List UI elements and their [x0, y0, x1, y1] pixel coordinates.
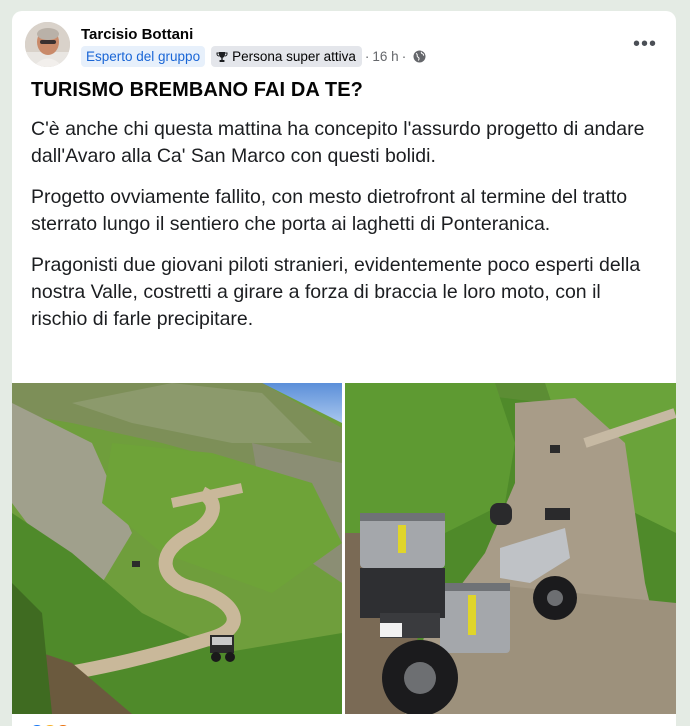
post-paragraph-1: C'è anche chi questa mattina ha concepit…: [31, 118, 645, 167]
trophy-icon: [216, 51, 228, 62]
post-paragraph-3: Pragonisti due giovani piloti stranieri,…: [31, 254, 641, 330]
post-header: Tarcisio Bottani Esperto del gruppo Pers…: [25, 22, 663, 72]
post-headline: TURISMO BREMBANO FAI DA TE?: [31, 79, 363, 101]
post-body: TURISMO BREMBANO FAI DA TE? C'è anche ch…: [31, 79, 656, 347]
photo-grid: [12, 383, 676, 714]
post-time[interactable]: 16 h: [372, 49, 398, 64]
expert-badge[interactable]: Esperto del gruppo: [81, 46, 206, 67]
meta-separator: ·: [364, 49, 370, 64]
post-card: Tarcisio Bottani Esperto del gruppo Pers…: [12, 11, 676, 726]
post-meta: Esperto del gruppo Persona super attiva …: [81, 45, 426, 68]
author-name[interactable]: Tarcisio Bottani: [81, 26, 193, 43]
avatar[interactable]: [25, 22, 70, 67]
photo-mountain-trail[interactable]: [12, 383, 342, 714]
post-paragraph-2: Progetto ovviamente fallito, con mesto d…: [31, 186, 628, 235]
active-badge-label: Persona super attiva: [232, 49, 356, 64]
photo-motorcycle[interactable]: [345, 383, 676, 714]
active-badge[interactable]: Persona super attiva: [211, 46, 362, 67]
meta-separator-2: ·: [401, 49, 407, 64]
more-options-icon[interactable]: •••: [627, 30, 663, 58]
globe-icon[interactable]: [413, 50, 426, 63]
